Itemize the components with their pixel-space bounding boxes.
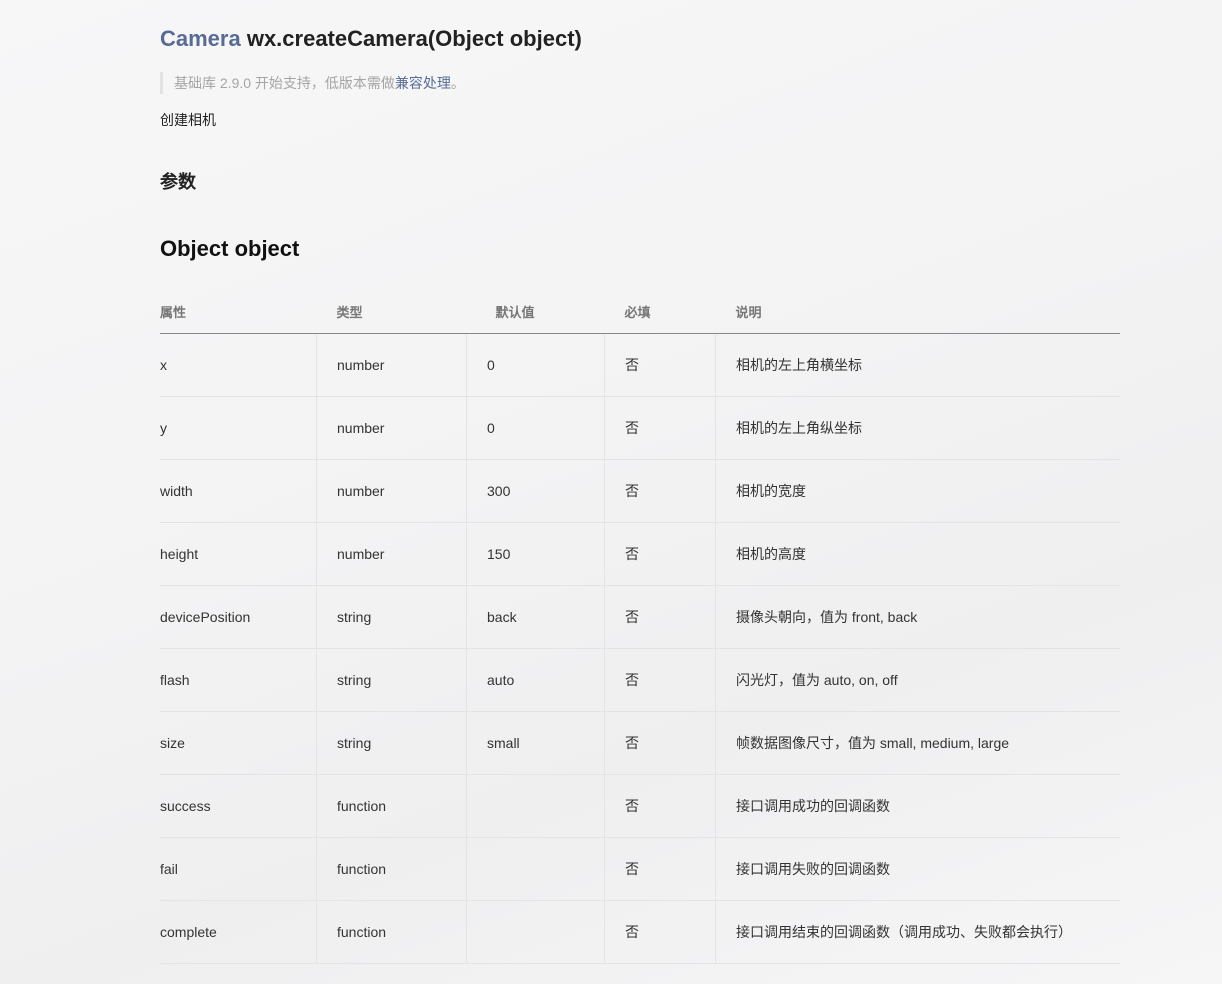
cell-default: back xyxy=(466,585,605,649)
cell-description: 相机的左上角纵坐标 xyxy=(715,396,1120,460)
cell-description: 闪光灯，值为 auto, on, off xyxy=(715,648,1120,712)
cell-required: 否 xyxy=(604,711,716,775)
cell-default xyxy=(466,900,605,964)
cell-type: number xyxy=(316,522,467,586)
cell-required: 否 xyxy=(604,774,716,838)
table-header-row: 属性 类型 默认值 必填 说明 xyxy=(160,290,1120,334)
section-heading-object: Object object xyxy=(160,236,300,261)
cell-default: 150 xyxy=(466,522,605,586)
cell-property: devicePosition xyxy=(160,585,317,649)
table-row: x number 0 否 相机的左上角横坐标 xyxy=(160,333,1120,397)
table-row: y number 0 否 相机的左上角纵坐标 xyxy=(160,396,1120,460)
cell-property: y xyxy=(160,396,317,460)
cell-required: 否 xyxy=(604,333,716,397)
col-header-type: 类型 xyxy=(316,290,467,334)
cell-property: flash xyxy=(160,648,317,712)
cell-type: string xyxy=(316,711,467,775)
cell-property: success xyxy=(160,774,317,838)
cell-description: 接口调用结束的回调函数（调用成功、失败都会执行） xyxy=(715,900,1120,964)
cell-type: function xyxy=(316,774,467,838)
col-header-required: 必填 xyxy=(604,290,716,334)
notice-text-end: 。 xyxy=(450,75,465,91)
cell-property: size xyxy=(160,711,317,775)
compat-link[interactable]: 兼容处理 xyxy=(395,75,451,91)
cell-required: 否 xyxy=(604,459,716,523)
cell-description: 接口调用成功的回调函数 xyxy=(715,774,1120,838)
cell-property: width xyxy=(160,459,317,523)
title-prefix: Camera xyxy=(160,26,241,51)
cell-type: number xyxy=(316,459,467,523)
cell-default: auto xyxy=(466,648,605,712)
table-row: devicePosition string back 否 摄像头朝向，值为 fr… xyxy=(160,585,1120,649)
cell-property: x xyxy=(160,333,317,397)
cell-type: function xyxy=(316,837,467,901)
cell-description: 摄像头朝向，值为 front, back xyxy=(715,585,1120,649)
notice-text: 基础库 2.9.0 开始支持，低版本需做 xyxy=(174,75,395,91)
cell-description: 相机的高度 xyxy=(715,522,1120,586)
cell-required: 否 xyxy=(604,585,716,649)
col-header-property: 属性 xyxy=(160,290,317,334)
cell-default: 0 xyxy=(466,396,605,460)
cell-default xyxy=(466,774,605,838)
title-main: wx.createCamera(Object object) xyxy=(240,26,582,51)
cell-required: 否 xyxy=(604,522,716,586)
cell-description: 相机的左上角横坐标 xyxy=(715,333,1120,397)
cell-required: 否 xyxy=(604,648,716,712)
cell-required: 否 xyxy=(604,900,716,964)
cell-type: string xyxy=(316,648,467,712)
cell-property: fail xyxy=(160,837,317,901)
table-row: width number 300 否 相机的宽度 xyxy=(160,459,1120,523)
cell-type: function xyxy=(316,900,467,964)
cell-property: complete xyxy=(160,900,317,964)
cell-type: number xyxy=(316,396,467,460)
table-row: fail function 否 接口调用失败的回调函数 xyxy=(160,837,1120,901)
cell-description: 接口调用失败的回调函数 xyxy=(715,837,1120,901)
cell-type: number xyxy=(316,333,467,397)
cell-description: 帧数据图像尺寸，值为 small, medium, large xyxy=(715,711,1120,775)
cell-required: 否 xyxy=(604,396,716,460)
section-heading-params: 参数 xyxy=(160,172,196,192)
cell-default xyxy=(466,837,605,901)
table-row: complete function 否 接口调用结束的回调函数（调用成功、失败都… xyxy=(160,900,1120,964)
cell-description: 相机的宽度 xyxy=(715,459,1120,523)
table-row: height number 150 否 相机的高度 xyxy=(160,522,1120,586)
cell-default: 300 xyxy=(466,459,605,523)
cell-property: height xyxy=(160,522,317,586)
page-title: Camera wx.createCamera(Object object) xyxy=(160,26,582,52)
col-header-description: 说明 xyxy=(715,290,1120,334)
table-row: flash string auto 否 闪光灯，值为 auto, on, off xyxy=(160,648,1120,712)
table-row: success function 否 接口调用成功的回调函数 xyxy=(160,774,1120,838)
col-header-default: 默认值 xyxy=(466,290,605,334)
cell-default: 0 xyxy=(466,333,605,397)
table-row: size string small 否 帧数据图像尺寸，值为 small, me… xyxy=(160,711,1120,775)
cell-type: string xyxy=(316,585,467,649)
cell-default: small xyxy=(466,711,605,775)
cell-required: 否 xyxy=(604,837,716,901)
version-notice: 基础库 2.9.0 开始支持，低版本需做兼容处理。 xyxy=(160,72,465,94)
params-table: 属性 类型 默认值 必填 说明 x number 0 否 相机的左上角横坐标 y… xyxy=(160,290,1120,964)
api-description: 创建相机 xyxy=(160,112,216,128)
